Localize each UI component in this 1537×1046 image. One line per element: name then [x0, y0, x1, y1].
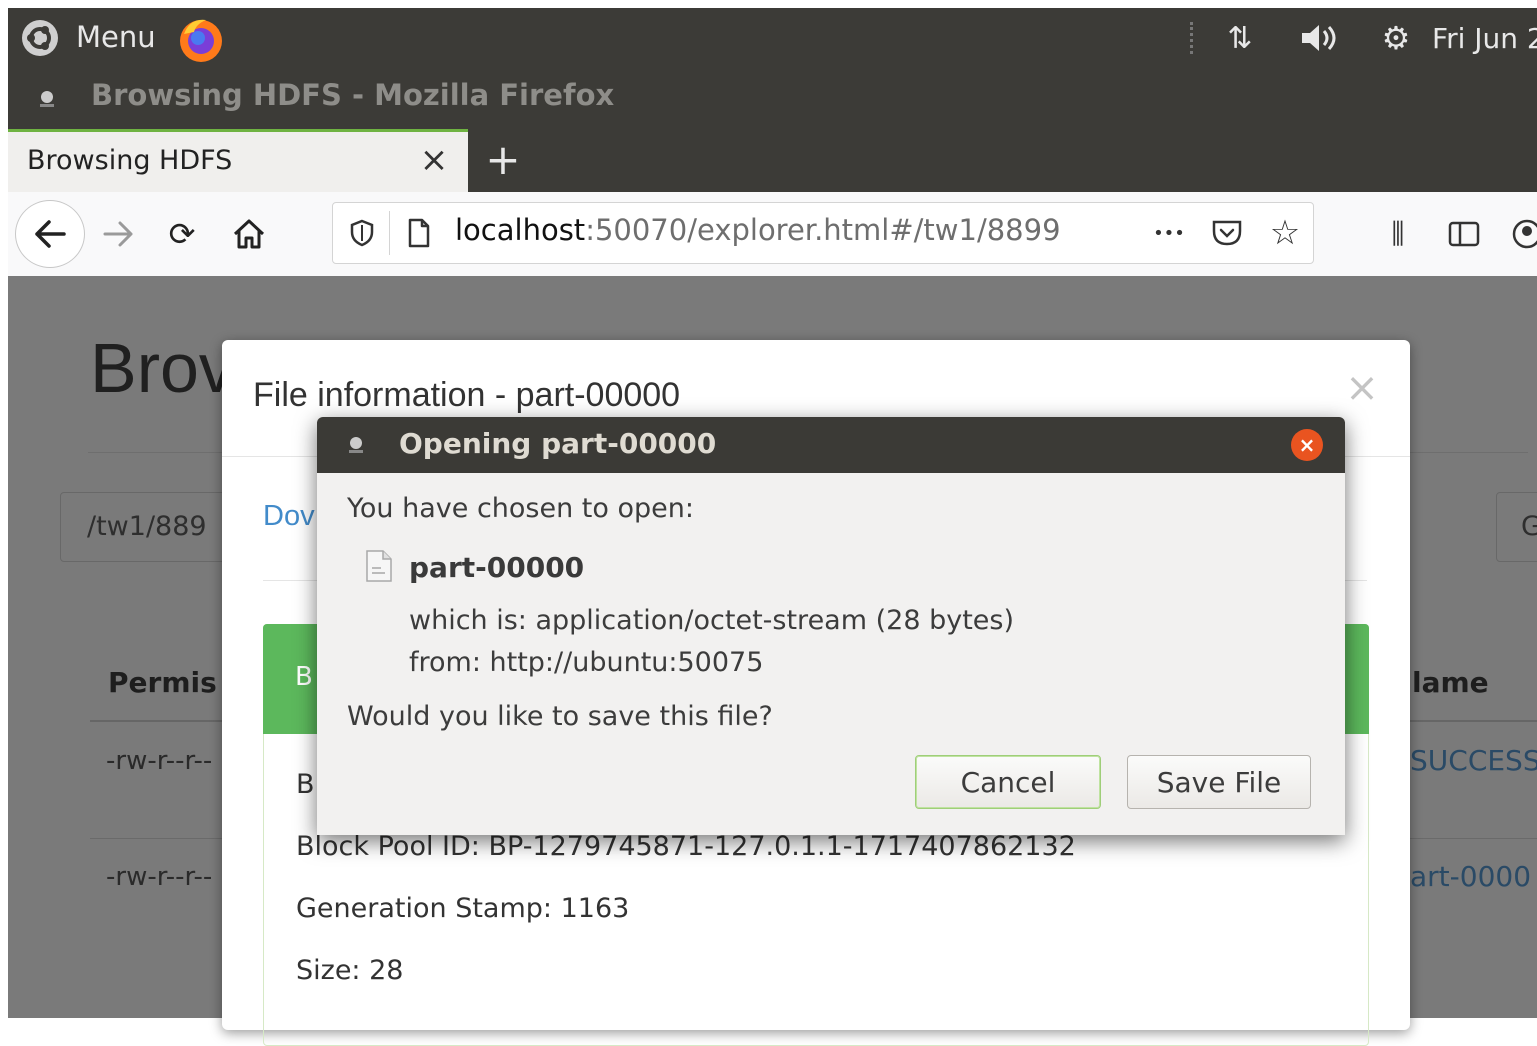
desktop-top-panel: Menu ⇅ ⚙ Fri Jun 2	[8, 8, 1537, 68]
tab-title: Browsing HDFS	[27, 145, 233, 176]
dialog-app-icon	[347, 436, 365, 454]
name-header: lame	[1412, 666, 1489, 699]
tracking-shield-icon[interactable]	[347, 217, 377, 249]
url-divider	[389, 211, 390, 255]
block-id-partial: B	[296, 769, 315, 800]
url-bar[interactable]: localhost:50070/explorer.html#/tw1/8899 …	[332, 202, 1314, 264]
file-type-icon	[365, 549, 393, 583]
dialog-file-source: from: http://ubuntu:50075	[409, 647, 764, 678]
dialog-file-type: which is: application/octet-stream (28 b…	[409, 605, 1014, 636]
tab-close-icon[interactable]: ×	[414, 140, 454, 180]
sidebar-toggle-icon[interactable]	[1444, 214, 1484, 254]
row-1-name-link[interactable]: SUCCESS	[1410, 744, 1537, 777]
pocket-icon[interactable]	[1207, 215, 1247, 251]
save-file-button[interactable]: Save File	[1127, 755, 1311, 809]
library-icon[interactable]: ⫼	[1378, 214, 1418, 254]
network-icon[interactable]: ⇅	[1220, 20, 1260, 56]
window-app-icon	[38, 90, 56, 108]
clock[interactable]: Fri Jun 2	[1432, 22, 1537, 55]
dialog-close-icon[interactable]: ×	[1291, 429, 1323, 461]
row-2-name-link[interactable]: art-0000	[1410, 860, 1531, 893]
go-button-label: G	[1521, 511, 1537, 542]
dialog-prompt: You have chosen to open:	[347, 493, 694, 524]
go-button[interactable]: G	[1496, 492, 1537, 562]
modal-title: File information - part-00000	[253, 376, 681, 414]
download-link-label: Dov	[263, 500, 315, 532]
dialog-question: Would you like to save this file?	[347, 701, 773, 732]
forward-icon[interactable]	[98, 216, 138, 252]
window-title-bar[interactable]: Browsing HDFS - Mozilla Firefox	[8, 68, 1537, 126]
tab-browsing-hdfs[interactable]: Browsing HDFS ×	[8, 129, 468, 195]
volume-icon[interactable]	[1296, 20, 1344, 56]
dialog-filename: part-00000	[409, 551, 585, 584]
reload-icon[interactable]: ⟳	[162, 214, 202, 254]
account-icon[interactable]	[1510, 214, 1537, 254]
bookmark-star-icon[interactable]: ☆	[1265, 213, 1305, 253]
download-link[interactable]: Dov	[263, 500, 315, 533]
system-gear-icon[interactable]: ⚙	[1376, 19, 1416, 57]
page-actions-icon[interactable]: •••	[1147, 215, 1191, 251]
firefox-launcher-icon[interactable]	[176, 14, 226, 64]
dialog-title-bar[interactable]: Opening part-00000 ×	[317, 417, 1345, 473]
panel-separator	[1190, 22, 1197, 54]
home-icon[interactable]	[229, 214, 269, 254]
navigation-toolbar: ⟳ localhost:50070/explorer.html#/tw1/889…	[8, 192, 1537, 277]
row-2-permission: -rw-r--r--	[106, 862, 213, 892]
modal-close-icon[interactable]: ×	[1342, 365, 1382, 411]
url-path: :50070/explorer.html#/tw1/8899	[585, 213, 1061, 247]
dialog-title: Opening part-00000	[399, 427, 717, 460]
block-panel-heading-text: B	[295, 662, 313, 692]
page-heading: Brov	[90, 329, 234, 407]
window-title: Browsing HDFS - Mozilla Firefox	[91, 78, 615, 112]
url-host: localhost	[455, 213, 586, 247]
new-tab-button[interactable]: +	[478, 134, 528, 184]
page-info-icon[interactable]	[405, 215, 433, 251]
save-file-button-label: Save File	[1156, 765, 1282, 799]
block-pool-id: Block Pool ID: BP-1279745871-127.0.1.1-1…	[296, 831, 1076, 862]
menu-label[interactable]: Menu	[76, 20, 156, 54]
permission-header: Permis	[108, 666, 217, 699]
opening-file-dialog: Opening part-00000 × You have chosen to …	[317, 417, 1345, 835]
cancel-button[interactable]: Cancel	[915, 755, 1101, 809]
file-size: Size: 28	[296, 955, 404, 986]
url-text[interactable]: localhost:50070/explorer.html#/tw1/8899	[455, 213, 1061, 247]
path-input-value: /tw1/889	[87, 511, 207, 542]
ubuntu-menu-icon[interactable]	[20, 18, 60, 58]
back-button[interactable]	[15, 200, 85, 268]
generation-stamp: Generation Stamp: 1163	[296, 893, 630, 924]
row-1-permission: -rw-r--r--	[106, 746, 213, 776]
cancel-button-label: Cancel	[960, 765, 1056, 799]
